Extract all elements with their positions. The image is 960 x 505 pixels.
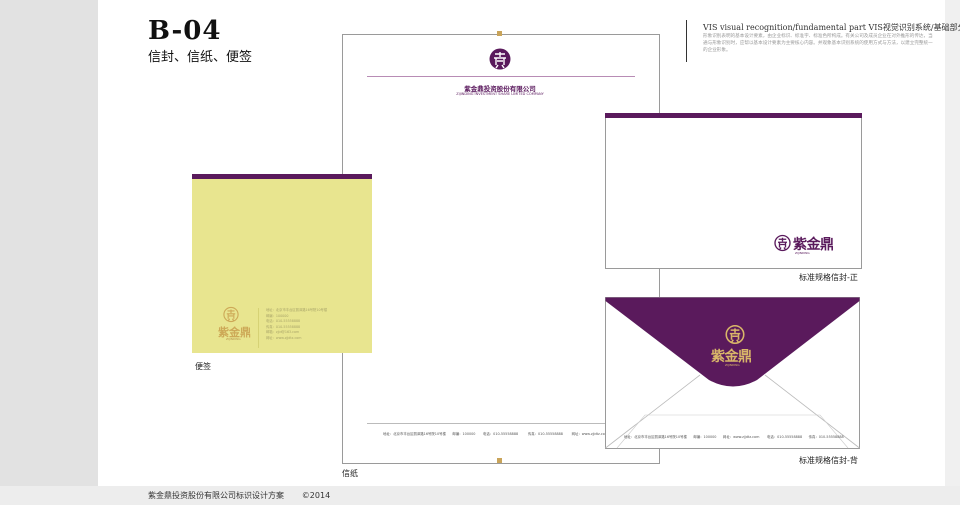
letterhead-company-name-en: ZIJINDING INVESTMENT SHARE LIMITED COMPA… [456,92,544,96]
vis-title: VIS visual recognition/fundamental part … [703,23,960,32]
memo-contact-info: 地址：北京市丰台区丽泽路16号院10号楼 邮编：100000 电话：010-55… [266,308,328,340]
ding-logo-icon [774,234,791,252]
letterhead-marker-bottom [497,458,502,463]
footer-bar [0,486,960,505]
letterhead-label: 信纸 [342,469,358,478]
memo-divider [258,308,259,348]
envelope-back-label: 标准规格信封-背 [799,456,858,465]
header-divider [686,20,687,62]
envelope-front-top-strip [605,113,862,118]
page-subtitle: 信封、信纸、便签 [148,50,253,65]
letterhead-footer-rule [367,423,635,424]
letterhead-marker-top [497,31,502,36]
envelope-front-label: 标准规格信封-正 [799,273,858,282]
page-code: B-04 [148,16,222,46]
left-margin-panel [0,0,98,505]
memo-label: 便签 [195,362,211,371]
ding-logo-icon [223,306,239,323]
vis-description: 形象识别表明的基本设计要素，由企业标识、标准字、标准色所构成。有关公司及成员企业… [703,34,933,53]
memo-top-strip [192,174,372,179]
memo-brand-en: ZIJINDING [226,337,241,341]
right-margin-panel [945,0,960,505]
letterhead-header-rule [367,76,635,77]
footer-text: 紫金鼎投资股份有限公司标识设计方案 ©2014 [148,491,331,500]
ding-logo-icon [725,324,745,345]
envelope-front-brand-en: ZIJINDING [795,251,810,255]
letterhead-footer-text: 地址：北京市丰台区丽泽路16号院10号楼 邮编：100000 电话：010-55… [383,432,609,436]
ding-logo-icon [489,48,511,70]
envelope-back-footer-text: 地址：北京市丰台区丽泽路16号院10号楼 邮编：100000 网址：www.zj… [624,435,844,439]
envelope-back-brand-en: ZIJINDING [725,363,740,367]
envelope-back [605,297,860,449]
